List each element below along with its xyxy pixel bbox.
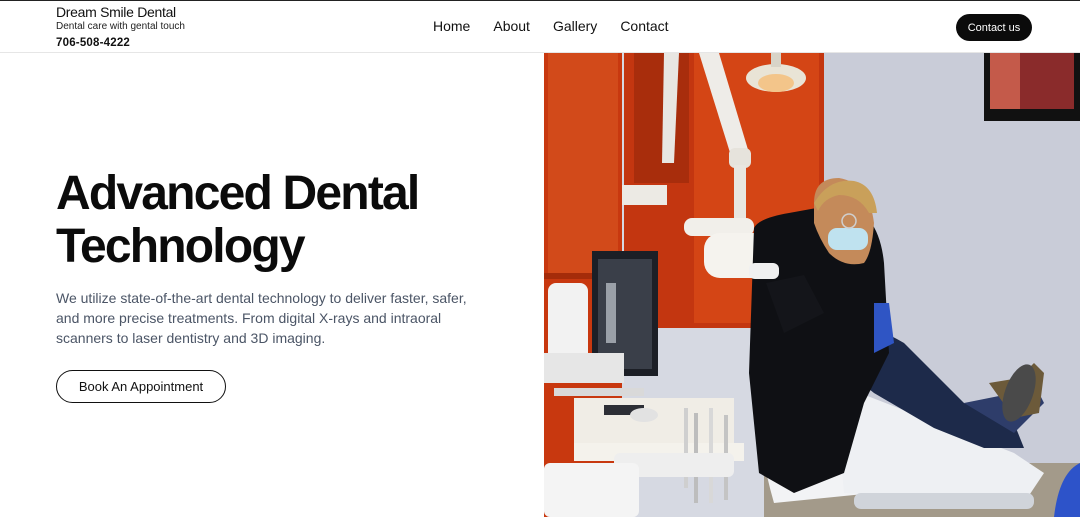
contact-us-button[interactable]: Contact us xyxy=(956,14,1032,41)
hero-title-line-1: Advanced Dental xyxy=(56,167,420,220)
brand-tagline: Dental care with gental touch xyxy=(56,21,185,32)
brand-name[interactable]: Dream Smile Dental xyxy=(56,4,185,21)
nav-home[interactable]: Home xyxy=(433,18,470,34)
site-header: Dream Smile Dental Dental care with gent… xyxy=(0,1,1080,53)
hero-title: Advanced Dental Technology xyxy=(56,167,496,273)
hero-image xyxy=(544,53,1080,517)
nav-contact[interactable]: Contact xyxy=(620,18,668,34)
book-appointment-button[interactable]: Book An Appointment xyxy=(56,370,226,403)
main-nav: Home About Gallery Contact xyxy=(433,18,669,34)
hero-description: We utilize state-of-the-art dental techn… xyxy=(56,290,467,346)
hero-title-line-2: Technology xyxy=(56,220,306,273)
nav-gallery[interactable]: Gallery xyxy=(553,18,597,34)
nav-about[interactable]: About xyxy=(493,18,530,34)
dental-treatment-photo xyxy=(544,53,1080,517)
brand-phone[interactable]: 706-508-4222 xyxy=(56,37,185,49)
brand[interactable]: Dream Smile Dental Dental care with gent… xyxy=(56,4,185,49)
